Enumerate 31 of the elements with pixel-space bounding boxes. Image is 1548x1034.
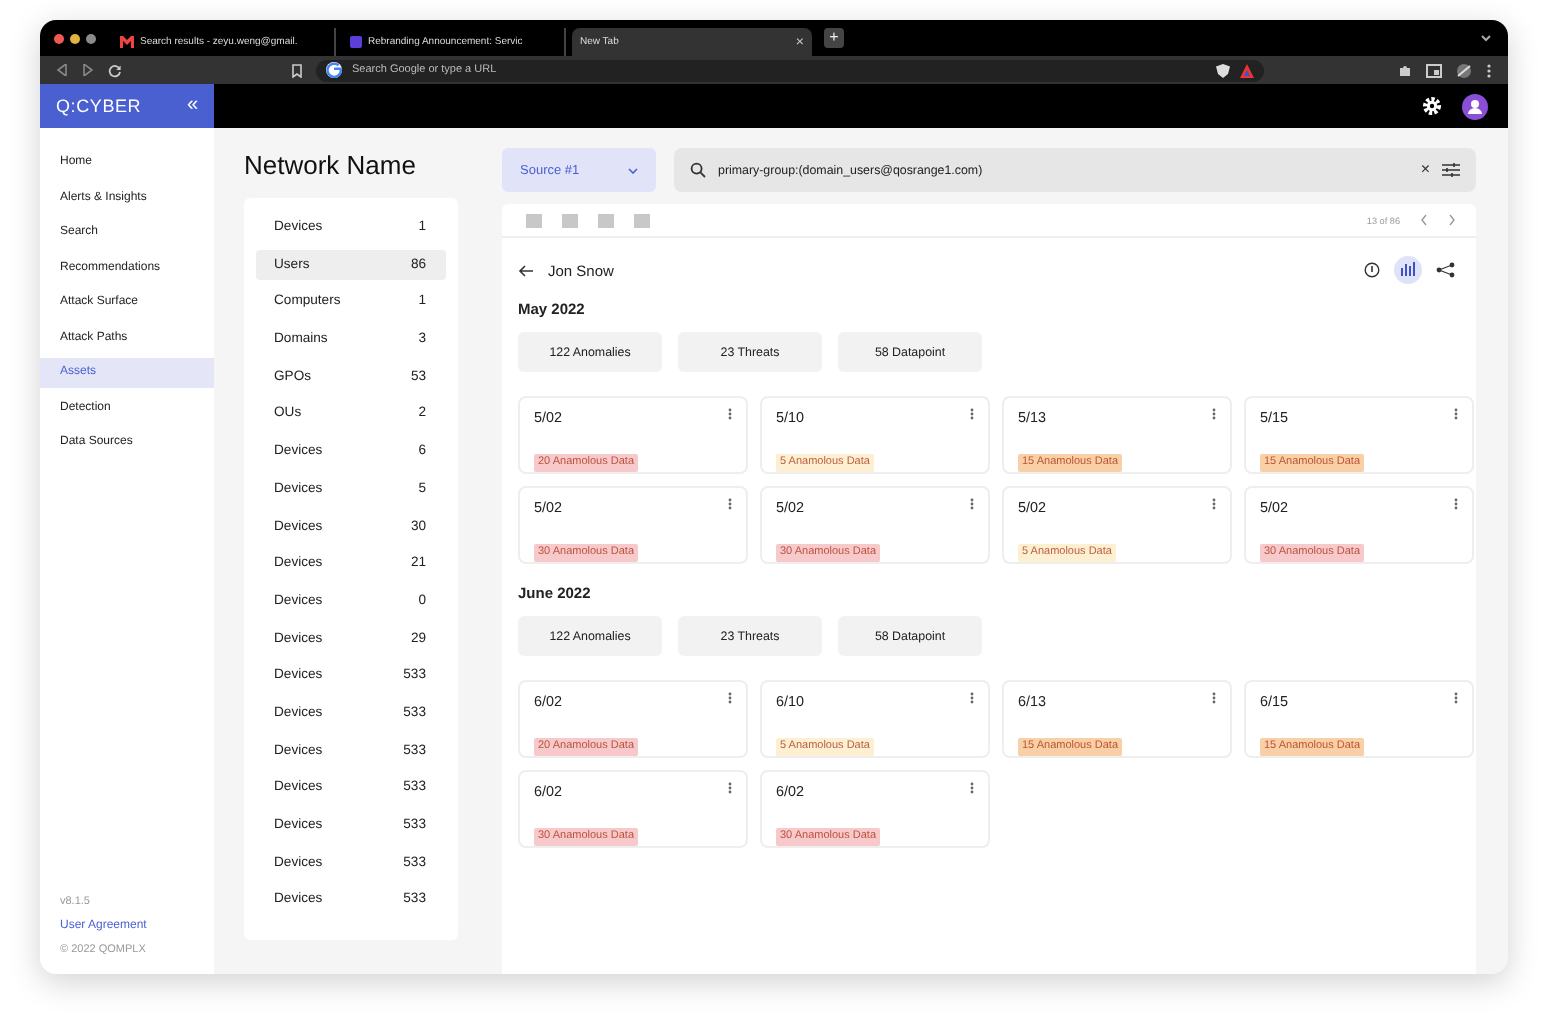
chevron-down-icon[interactable] — [1480, 34, 1492, 42]
mail-icon — [120, 36, 134, 48]
clear-button[interactable]: × — [1420, 162, 1430, 178]
reload-icon[interactable] — [108, 63, 122, 77]
forward-icon[interactable] — [82, 64, 94, 76]
new-tab-button[interactable]: + — [824, 28, 844, 48]
bar-chart-icon[interactable] — [1394, 256, 1422, 284]
back-icon[interactable] — [56, 64, 68, 76]
back-arrow-icon[interactable] — [518, 263, 534, 277]
triangle-icon[interactable] — [1240, 63, 1254, 77]
document-icon — [350, 36, 362, 48]
chevron-left-icon[interactable] — [1420, 214, 1428, 226]
avatar-icon[interactable] — [1462, 93, 1488, 119]
settings-icon[interactable] — [1422, 96, 1442, 116]
bookmark-icon[interactable] — [292, 63, 302, 77]
network-title: Network Name — [244, 150, 418, 180]
filter-sliders-icon[interactable] — [1442, 162, 1460, 178]
network-nodes-icon[interactable] — [1436, 262, 1456, 278]
window-icon[interactable] — [1426, 63, 1442, 77]
chevron-right-icon[interactable] — [1448, 214, 1456, 226]
close-window-icon[interactable] — [54, 33, 64, 43]
search-icon — [690, 162, 706, 178]
shield-icon[interactable] — [1216, 63, 1230, 77]
kebab-menu-icon[interactable] — [1486, 63, 1492, 77]
puzzle-icon[interactable] — [1398, 63, 1412, 77]
minimize-window-icon[interactable] — [70, 33, 80, 43]
zoom-window-icon[interactable] — [86, 33, 96, 43]
logo-text: Q:CYBER — [56, 96, 142, 116]
info-icon[interactable] — [1364, 262, 1380, 278]
chevron-down-icon — [628, 167, 638, 173]
collapse-button[interactable]: « — [186, 96, 198, 116]
